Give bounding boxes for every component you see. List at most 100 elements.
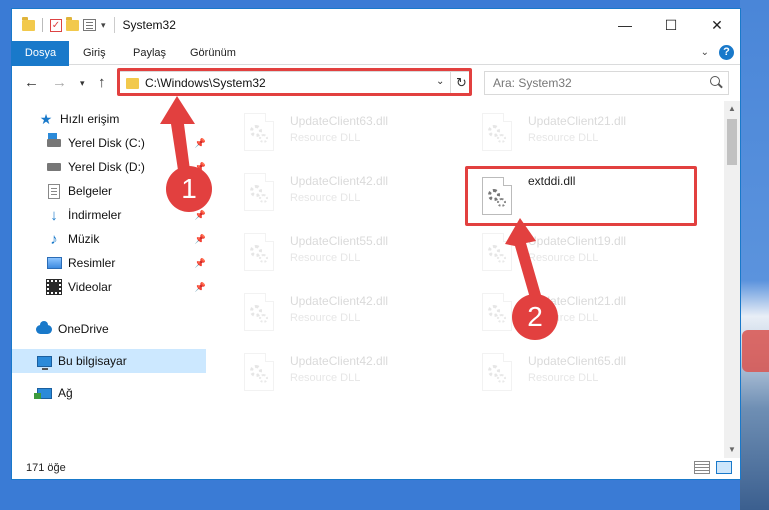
file-list: UpdateClient63.dll Resource DLL UpdateCl… bbox=[212, 101, 724, 458]
nav-item-label: Belgeler bbox=[68, 184, 113, 198]
file-name: UpdateClient42.dll bbox=[290, 174, 389, 188]
nav-item-music[interactable]: ♪ Müzik 📌 bbox=[12, 227, 206, 251]
file-item[interactable]: UpdateClient42.dll Resource DLL bbox=[232, 167, 462, 223]
forward-arrow-icon[interactable]: → bbox=[52, 74, 67, 91]
title-bar: ✓ ▾ System32 — ☐ ✕ bbox=[12, 9, 740, 41]
file-item[interactable]: UpdateClient65.dll Resource DLL bbox=[470, 347, 700, 403]
new-folder-icon[interactable] bbox=[66, 16, 79, 31]
file-item[interactable]: UpdateClient63.dll Resource DLL bbox=[232, 107, 462, 163]
dll-file-icon bbox=[244, 353, 274, 391]
folder-icon bbox=[126, 78, 139, 89]
scroll-up-arrow-icon[interactable]: ▲ bbox=[724, 101, 740, 117]
drive-d-icon bbox=[46, 159, 62, 175]
address-dropdown-icon[interactable]: ⌄ bbox=[436, 76, 444, 87]
close-button[interactable]: ✕ bbox=[694, 9, 740, 41]
recent-locations-icon[interactable]: ▾ bbox=[80, 78, 85, 89]
scroll-down-arrow-icon[interactable]: ▼ bbox=[724, 442, 740, 458]
nav-item-label: Yerel Disk (D:) bbox=[68, 160, 145, 174]
title-divider bbox=[113, 17, 115, 33]
search-input[interactable] bbox=[493, 72, 693, 94]
file-item[interactable]: UpdateClient21.dll Resource DLL bbox=[470, 107, 700, 163]
file-name: UpdateClient63.dll bbox=[290, 114, 389, 128]
properties-check-icon[interactable]: ✓ bbox=[50, 18, 62, 32]
item-count: 171 öğe bbox=[26, 462, 66, 474]
file-type: Resource DLL bbox=[290, 132, 361, 144]
tab-share[interactable]: Paylaş bbox=[133, 41, 166, 65]
nav-item-label: İndirmeler bbox=[68, 208, 122, 222]
up-arrow-icon[interactable]: ↑ bbox=[98, 74, 106, 91]
network-icon bbox=[33, 385, 52, 401]
customize-toolbar-dropdown-icon[interactable]: ▾ bbox=[101, 20, 106, 31]
downloads-icon: ↓ bbox=[50, 206, 58, 224]
file-item[interactable]: UpdateClient42.dll Resource DLL bbox=[232, 347, 462, 403]
file-name: UpdateClient55.dll bbox=[290, 234, 389, 248]
dll-file-icon bbox=[244, 173, 274, 211]
address-path[interactable]: C:\Windows\System32 bbox=[145, 76, 266, 90]
file-type: Resource DLL bbox=[528, 252, 599, 264]
folder-icon[interactable] bbox=[22, 16, 35, 31]
window-controls: — ☐ ✕ bbox=[602, 9, 740, 41]
scroll-thumb[interactable] bbox=[727, 119, 737, 165]
file-name: UpdateClient42.dll bbox=[290, 294, 389, 308]
nav-item-onedrive[interactable]: OneDrive bbox=[12, 317, 206, 341]
file-type: Resource DLL bbox=[290, 372, 361, 384]
videos-icon bbox=[46, 279, 62, 295]
nav-item-label: Ağ bbox=[58, 386, 73, 400]
this-pc-icon bbox=[36, 353, 52, 370]
drive-c-icon bbox=[46, 133, 62, 151]
properties-icon[interactable] bbox=[83, 19, 96, 31]
back-arrow-icon[interactable]: ← bbox=[24, 74, 39, 91]
expand-ribbon-icon[interactable]: ⌄ bbox=[701, 47, 709, 58]
maximize-button[interactable]: ☐ bbox=[648, 9, 694, 41]
details-view-icon[interactable] bbox=[694, 461, 710, 474]
search-icon[interactable] bbox=[710, 76, 720, 86]
nav-item-this-pc[interactable]: Bu bilgisayar bbox=[12, 349, 206, 373]
documents-icon bbox=[46, 183, 62, 199]
pin-icon: 📌 bbox=[194, 233, 206, 244]
file-name: extddi.dll bbox=[528, 174, 576, 188]
dll-file-icon bbox=[482, 177, 512, 215]
explorer-window: ✓ ▾ System32 — ☐ ✕ Dosya Giriş Paylaş Gö… bbox=[11, 8, 741, 480]
ribbon-tabs: Dosya Giriş Paylaş Görünüm ⌄ ? bbox=[12, 41, 740, 97]
file-type: Resource DLL bbox=[528, 372, 599, 384]
refresh-icon[interactable]: ↻ bbox=[450, 72, 472, 94]
tab-view[interactable]: Görünüm bbox=[190, 41, 236, 65]
file-type: Resource DLL bbox=[290, 312, 361, 324]
tab-home[interactable]: Giriş bbox=[83, 41, 106, 65]
wallpaper-detail bbox=[742, 330, 769, 372]
nav-item-label: OneDrive bbox=[58, 322, 109, 336]
address-row: ← → ▾ ↑ C:\Windows\System32 ⌄ ↻ bbox=[12, 66, 740, 100]
minimize-button[interactable]: — bbox=[602, 9, 648, 41]
file-item[interactable]: UpdateClient19.dll Resource DLL bbox=[470, 227, 700, 283]
toolbar-divider bbox=[42, 18, 43, 32]
file-item[interactable]: UpdateClient42.dll Resource DLL bbox=[232, 287, 462, 343]
dll-file-icon bbox=[244, 293, 274, 331]
nav-item-quick-access[interactable]: ★ Hızlı erişim bbox=[12, 107, 206, 131]
search-box[interactable] bbox=[484, 71, 729, 95]
nav-item-label: Müzik bbox=[68, 232, 100, 246]
address-bar[interactable]: C:\Windows\System32 ⌄ ↻ bbox=[119, 71, 472, 95]
pictures-icon bbox=[46, 255, 62, 271]
dll-file-icon bbox=[482, 353, 512, 391]
nav-item-videos[interactable]: Videolar 📌 bbox=[12, 275, 206, 299]
nav-item-drive-c[interactable]: Yerel Disk (C:) 📌 bbox=[12, 131, 206, 155]
nav-item-network[interactable]: Ağ bbox=[12, 381, 206, 405]
callout-badge-one: 1 bbox=[166, 166, 212, 212]
file-name: UpdateClient19.dll bbox=[528, 234, 627, 248]
file-item-extddi[interactable]: extddi.dll bbox=[470, 171, 700, 227]
vertical-scrollbar[interactable]: ▲ ▼ bbox=[724, 101, 740, 458]
dll-file-icon bbox=[244, 233, 274, 271]
help-icon[interactable]: ? bbox=[719, 45, 734, 60]
file-item[interactable]: UpdateClient55.dll Resource DLL bbox=[232, 227, 462, 283]
large-icons-view-icon[interactable] bbox=[716, 461, 732, 474]
dll-file-icon bbox=[482, 233, 512, 271]
pin-icon: 📌 bbox=[194, 257, 206, 268]
file-item[interactable]: UpdateClient21.dll Resource DLL bbox=[470, 287, 700, 343]
status-bar: 171 öğe bbox=[12, 458, 740, 479]
file-type: Resource DLL bbox=[290, 192, 361, 204]
nav-item-label: Yerel Disk (C:) bbox=[68, 136, 145, 150]
navigation-pane: ★ Hızlı erişim Yerel Disk (C:) 📌 Yerel D… bbox=[12, 101, 212, 458]
desktop-wallpaper bbox=[740, 0, 769, 510]
window-title: System32 bbox=[122, 18, 176, 32]
nav-item-pictures[interactable]: Resimler 📌 bbox=[12, 251, 206, 275]
